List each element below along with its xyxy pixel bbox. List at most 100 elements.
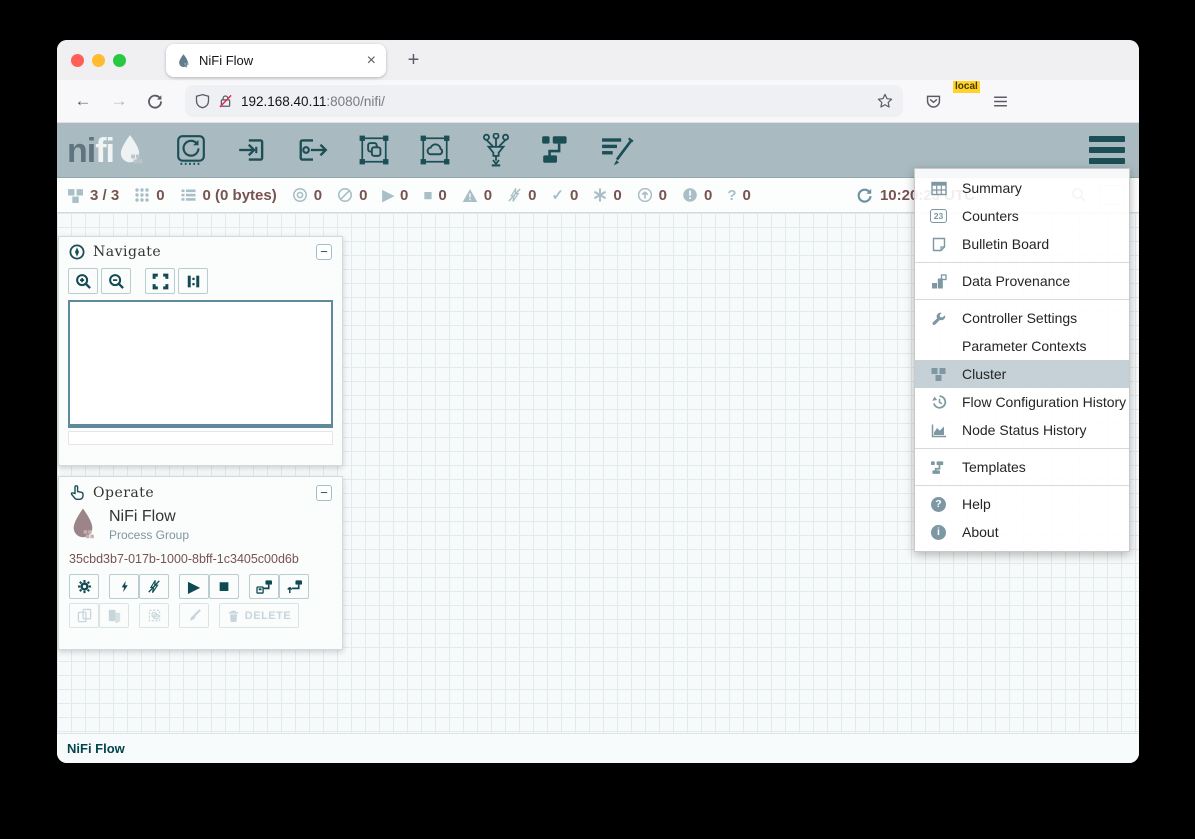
- menu-item-controller-settings[interactable]: Controller Settings: [915, 304, 1129, 332]
- operate-buttons-row-1: ▶ ■: [69, 574, 332, 599]
- fill-color-brush-button[interactable]: [179, 603, 209, 628]
- reload-button[interactable]: [141, 87, 169, 115]
- upload-template-button[interactable]: [279, 574, 309, 599]
- template-icon[interactable]: [540, 133, 574, 167]
- queued-status: 0 (0 bytes): [180, 187, 277, 204]
- breadcrumb-root[interactable]: NiFi Flow: [67, 741, 125, 756]
- operate-collapse-button[interactable]: −: [316, 485, 332, 501]
- cubes-icon: [930, 366, 947, 382]
- question-mark-icon: ?: [727, 188, 736, 203]
- processor-icon[interactable]: [174, 133, 208, 167]
- url-bar[interactable]: 192.168.40.11:8080/nifi/: [185, 85, 903, 117]
- input-port-icon[interactable]: [235, 133, 269, 167]
- menu-item-counters[interactable]: 23 Counters: [915, 202, 1129, 230]
- menu-item-flow-configuration-history[interactable]: Flow Configuration History: [915, 388, 1129, 416]
- component-toolbar: [174, 133, 635, 167]
- area-chart-icon: [930, 423, 947, 438]
- funnel-icon[interactable]: [479, 133, 513, 167]
- delete-button[interactable]: DELETE: [219, 603, 299, 628]
- back-button[interactable]: ←: [69, 87, 97, 115]
- navigate-tools: [59, 264, 342, 300]
- traffic-lights: [71, 54, 126, 67]
- paste-button[interactable]: [99, 603, 129, 628]
- navigate-collapse-button[interactable]: −: [316, 244, 332, 260]
- enable-button[interactable]: [109, 574, 139, 599]
- invalid-warning-icon: [462, 188, 478, 203]
- sync-failure-status: ? 0: [727, 187, 751, 204]
- navigate-panel-title: Navigate: [93, 244, 308, 260]
- zoom-actual-size-button[interactable]: [178, 268, 208, 294]
- process-group-drop-icon: [69, 507, 97, 543]
- menu-item-data-provenance[interactable]: Data Provenance: [915, 267, 1129, 295]
- process-group-icon[interactable]: [357, 133, 391, 167]
- component-type: Process Group: [109, 528, 189, 542]
- desktop: NiFi Flow × + ← → 192.168.40.11:8080/nif…: [0, 0, 1195, 839]
- asterisk-icon: [593, 188, 607, 202]
- copy-button[interactable]: [69, 603, 99, 628]
- browser-tab[interactable]: NiFi Flow ×: [166, 44, 386, 77]
- remote-process-group-icon[interactable]: [418, 133, 452, 167]
- birdseye-brand-strip: [68, 431, 333, 445]
- profile-avatar[interactable]: local: [956, 90, 978, 112]
- disable-button[interactable]: [139, 574, 169, 599]
- counters-icon: 23: [930, 209, 947, 223]
- menu-item-parameter-contexts[interactable]: Parameter Contexts: [915, 332, 1129, 360]
- close-window-button[interactable]: [71, 54, 84, 67]
- transmitting-icon: [292, 187, 308, 203]
- exclamation-circle-icon: [682, 187, 698, 203]
- help-icon: ?: [930, 497, 947, 512]
- menu-item-node-status-history[interactable]: Node Status History: [915, 416, 1129, 444]
- url-path: :8080/nifi/: [326, 94, 385, 109]
- stale-status: 0: [637, 187, 667, 204]
- nifi-logo-text-light: fi: [95, 136, 114, 166]
- zoom-out-button[interactable]: [101, 268, 131, 294]
- menu-item-cluster[interactable]: Cluster: [915, 360, 1129, 388]
- forward-button[interactable]: →: [105, 87, 133, 115]
- configure-button[interactable]: [69, 574, 99, 599]
- zoom-fit-button[interactable]: [145, 268, 175, 294]
- stop-button[interactable]: ■: [209, 574, 239, 599]
- bookmark-star-icon[interactable]: [877, 93, 893, 109]
- cluster-icon: [67, 187, 84, 204]
- start-button[interactable]: ▶: [179, 574, 209, 599]
- new-tab-button[interactable]: +: [397, 44, 430, 77]
- shield-icon[interactable]: [195, 93, 210, 109]
- pocket-icon[interactable]: [925, 93, 942, 110]
- nifi-logo-text-dark: ni: [67, 136, 95, 166]
- provenance-icon: [930, 274, 947, 289]
- invalid-status: 0: [462, 187, 492, 204]
- menu-item-bulletin-board[interactable]: Bulletin Board: [915, 230, 1129, 258]
- minimize-window-button[interactable]: [92, 54, 105, 67]
- group-button[interactable]: [139, 603, 169, 628]
- url-text[interactable]: 192.168.40.11:8080/nifi/: [241, 94, 869, 109]
- nifi-logo-drop-icon: [116, 134, 144, 166]
- birdseye-minimap[interactable]: [68, 300, 333, 428]
- transmitting-status: 0: [292, 187, 322, 204]
- menu-item-help[interactable]: ? Help: [915, 490, 1129, 518]
- menu-separator: [915, 262, 1129, 263]
- operate-panel-header: Operate −: [59, 477, 342, 505]
- tab-favicon-nifi-drop-icon: [176, 53, 191, 68]
- not-transmitting-status: 0: [337, 187, 367, 204]
- global-menu-button[interactable]: [1089, 136, 1125, 164]
- browser-menu-icon[interactable]: [992, 93, 1009, 110]
- menu-item-summary[interactable]: Summary: [915, 174, 1129, 202]
- navigate-panel-header: Navigate −: [59, 237, 342, 264]
- output-port-icon[interactable]: [296, 133, 330, 167]
- zoom-window-button[interactable]: [113, 54, 126, 67]
- label-icon[interactable]: [601, 133, 635, 167]
- global-menu-dropdown: Summary 23 Counters Bulletin Board Data …: [914, 168, 1130, 552]
- refresh-icon[interactable]: [856, 187, 873, 204]
- nifi-logo: nifi: [67, 134, 144, 166]
- save-template-button[interactable]: [249, 574, 279, 599]
- menu-item-about[interactable]: i About: [915, 518, 1129, 546]
- insecure-lock-icon[interactable]: [218, 93, 233, 109]
- menu-separator: [915, 299, 1129, 300]
- operate-panel: Operate − NiFi Flow Process Group 35cbd3…: [58, 476, 343, 650]
- menu-item-templates[interactable]: Templates: [915, 453, 1129, 481]
- locally-modified-status: 0: [593, 187, 621, 204]
- running-status: ▶ 0: [382, 187, 408, 204]
- threads-icon: [134, 187, 150, 203]
- tab-close-icon[interactable]: ×: [367, 52, 376, 70]
- zoom-in-button[interactable]: [68, 268, 98, 294]
